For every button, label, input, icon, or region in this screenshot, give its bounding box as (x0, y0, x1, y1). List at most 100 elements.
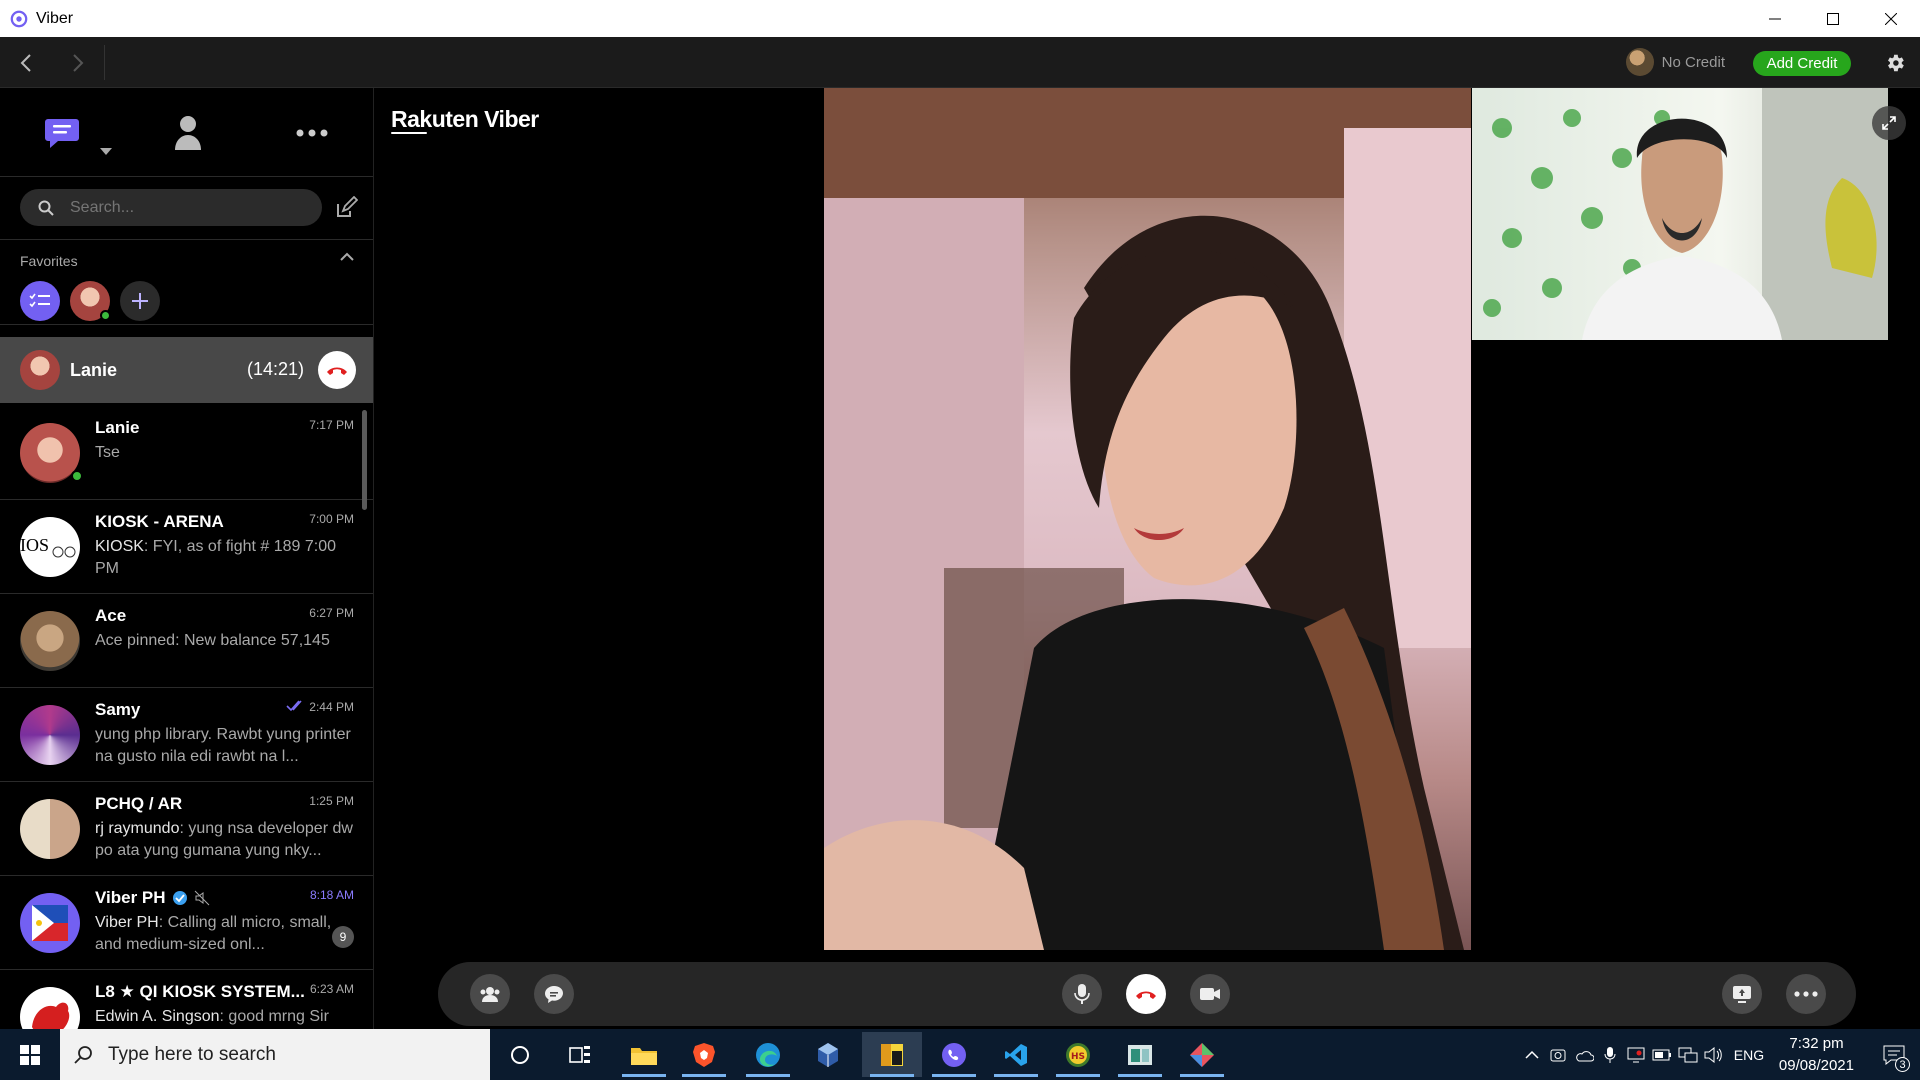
gear-icon (1888, 54, 1904, 72)
settings-button[interactable] (1880, 48, 1910, 78)
chat-time: 7:00 PM (309, 512, 354, 526)
message-icon (545, 986, 563, 1003)
clock-time: 7:32 pm (1789, 1034, 1844, 1052)
active-call-name: Lanie (70, 360, 118, 380)
monitor-shield-icon (1627, 1047, 1645, 1062)
camera-tray-icon (1550, 1049, 1566, 1061)
active-call-banner[interactable]: Lanie (14:21) (0, 337, 373, 403)
compose-icon[interactable] (334, 196, 358, 220)
open-chat-button[interactable] (534, 974, 574, 1014)
brave-browser-taskbar-icon[interactable] (674, 1032, 734, 1077)
volume-button[interactable] (1701, 1029, 1727, 1080)
microphone-tray-button[interactable] (1597, 1029, 1623, 1080)
tab-chats[interactable] (32, 108, 112, 158)
favorites-header[interactable]: Favorites (0, 240, 373, 276)
clock-date: 09/08/2021 (1778, 1056, 1854, 1074)
tab-contacts[interactable] (158, 108, 218, 158)
close-window-button[interactable] (1862, 0, 1920, 37)
screen-share-button[interactable] (1722, 974, 1762, 1014)
edge-browser-taskbar-icon[interactable] (738, 1032, 798, 1077)
battery-icon (1652, 1049, 1671, 1060)
minimize-icon (1769, 18, 1781, 19)
task-view-button[interactable] (550, 1032, 610, 1077)
end-call-button[interactable] (1126, 974, 1166, 1014)
vscode-taskbar-icon[interactable] (986, 1032, 1046, 1077)
cortana-button[interactable] (490, 1032, 550, 1077)
chat-item-samy[interactable]: Samy 2:44 PM yung php library. Rawbt yun… (0, 688, 373, 782)
back-button[interactable] (0, 37, 52, 88)
self-participant-image (1483, 88, 1888, 340)
show-hidden-icons-button[interactable] (1519, 1029, 1545, 1080)
taskbar-search-box[interactable]: Type here to search (60, 1029, 490, 1080)
end-call-button[interactable] (318, 351, 356, 389)
top-toolbar: No Credit Add Credit (0, 37, 1920, 88)
search-box[interactable] (20, 189, 322, 226)
tray-camera-button[interactable] (1545, 1029, 1571, 1080)
security-tray-button[interactable] (1623, 1029, 1649, 1080)
action-center-button[interactable]: 3 (1868, 1029, 1920, 1080)
chat-name: PCHQ / AR (95, 794, 183, 813)
sidebar: Favorites Lanie (14:21) Lanie 7:17 PM Ts… (0, 88, 374, 1029)
chat-list: Lanie 7:17 PM Tse IOS KIOSK - ARENA 7:00… (0, 406, 373, 1029)
favorites-label: Favorites (20, 253, 78, 269)
self-video-preview[interactable] (1472, 88, 1888, 340)
viber-taskbar-icon[interactable] (924, 1032, 984, 1077)
file-explorer-taskbar-icon[interactable] (614, 1032, 674, 1077)
chat-item-kiosk-arena[interactable]: IOS KIOSK - ARENA 7:00 PM KIOSK: FYI, as… (0, 500, 373, 594)
chat-message: : good mrng Sir (219, 1008, 329, 1025)
chat-item-lanie[interactable]: Lanie 7:17 PM Tse (0, 406, 373, 500)
notification-count-badge: 3 (1895, 1057, 1910, 1072)
avatar (20, 987, 80, 1029)
favorite-contact-avatar[interactable] (70, 281, 111, 321)
svg-text:HS: HS (1071, 1052, 1085, 1062)
app-window-taskbar-icon[interactable] (1110, 1032, 1170, 1077)
unity-hub-taskbar-icon[interactable] (1172, 1032, 1232, 1077)
chat-name: Samy (95, 700, 141, 719)
chat-item-ace[interactable]: Ace 6:27 PM Ace pinned: New balance 57,1… (0, 594, 373, 688)
heidisql-taskbar-icon[interactable]: HS (1048, 1032, 1108, 1077)
credit-status[interactable]: No Credit (1625, 48, 1725, 76)
start-button[interactable] (0, 1029, 60, 1080)
chat-item-viber-ph[interactable]: Viber PH 8:18 AM Viber PH: Calling all m… (0, 876, 373, 970)
running-indicator (932, 1074, 976, 1077)
virtualbox-taskbar-icon[interactable] (798, 1032, 858, 1077)
expand-video-button[interactable] (1872, 106, 1906, 140)
toggle-video-button[interactable] (1190, 974, 1230, 1014)
more-dots-icon (1794, 991, 1818, 997)
search-input[interactable] (68, 197, 288, 218)
more-options-button[interactable] (1786, 974, 1826, 1014)
online-indicator (71, 470, 83, 482)
chat-list-scrollbar[interactable] (362, 410, 367, 510)
taskbar-search-placeholder: Type here to search (108, 1043, 276, 1065)
tab-more[interactable] (282, 108, 342, 158)
philippine-flag-icon (32, 905, 68, 941)
rooster-icon (32, 1002, 70, 1029)
network-button[interactable] (1675, 1029, 1701, 1080)
chat-item-pchq-ar[interactable]: PCHQ / AR 1:25 PM rj raymundo: yung nsa … (0, 782, 373, 876)
mute-microphone-button[interactable] (1062, 974, 1102, 1014)
remote-video-feed (824, 88, 1471, 950)
add-credit-button[interactable]: Add Credit (1753, 51, 1851, 76)
cube-icon (818, 1042, 838, 1067)
battery-button[interactable] (1649, 1029, 1675, 1080)
brave-lion-icon (693, 1042, 715, 1067)
language-indicator[interactable]: ENG (1727, 1029, 1771, 1080)
chevron-right-icon (73, 53, 84, 72)
chat-name: L8 ★ QI KIOSK SYSTEM... (95, 982, 305, 1001)
chat-time: 6:23 AM (309, 982, 354, 996)
forward-button[interactable] (52, 37, 104, 88)
minimize-button[interactable] (1746, 0, 1804, 37)
microphone-icon (1074, 984, 1090, 1004)
add-participant-button[interactable] (470, 974, 510, 1014)
running-indicator (870, 1074, 914, 1077)
folder-icon (631, 1047, 657, 1065)
favorite-tasks[interactable] (20, 281, 60, 321)
add-favorite-button[interactable] (120, 281, 160, 321)
onedrive-button[interactable] (1571, 1029, 1597, 1080)
sticky-notes-taskbar-icon[interactable] (862, 1032, 922, 1077)
clock[interactable]: 7:32 pm 09/08/2021 (1779, 1033, 1854, 1077)
sender-name: Viber PH (95, 914, 159, 931)
maximize-button[interactable] (1804, 0, 1862, 37)
chat-item-l8-qi-kiosk[interactable]: L8 ★ QI KIOSK SYSTEM... 6:23 AM Edwin A.… (0, 970, 373, 1029)
account-avatar (1625, 48, 1654, 76)
